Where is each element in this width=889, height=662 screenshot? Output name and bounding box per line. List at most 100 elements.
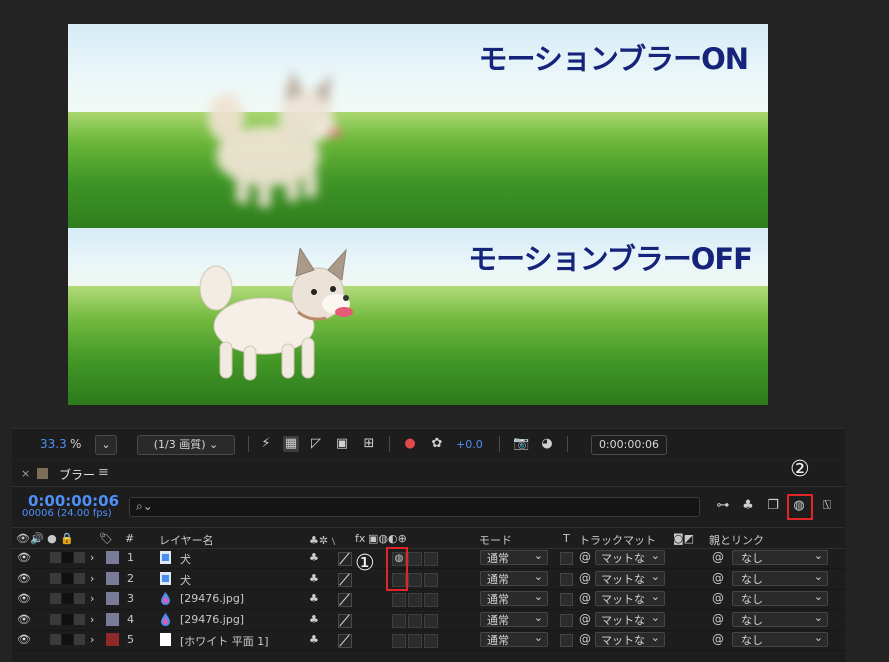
3d-layer-switch[interactable] xyxy=(424,572,438,587)
blend-mode-dropdown[interactable]: 通常 xyxy=(480,589,548,606)
color-management-icon[interactable]: ✿ xyxy=(429,436,445,452)
zoom-dropdown[interactable]: ⌄ xyxy=(95,435,117,455)
shy-layers-icon[interactable]: ♣ xyxy=(739,497,757,515)
region-of-interest-icon[interactable]: ▣ xyxy=(334,436,350,452)
blend-mode-dropdown[interactable]: 通常 xyxy=(480,630,548,647)
lock-toggle[interactable] xyxy=(74,572,85,584)
layer-name[interactable]: [ホワイト 平面 1] xyxy=(180,633,269,649)
parent-dropdown[interactable]: なし xyxy=(732,630,828,647)
shy-switch-icon[interactable]: ♣ xyxy=(309,551,319,564)
visibility-eye-icon[interactable]: 👁 xyxy=(17,592,31,605)
track-matte-dropdown[interactable]: マットな xyxy=(595,569,665,586)
parent-pickwhip-icon[interactable]: @ xyxy=(712,571,724,585)
3d-layer-switch[interactable] xyxy=(424,634,438,648)
quality-switch[interactable] xyxy=(338,572,352,587)
graph-editor-icon[interactable]: ⍂ xyxy=(818,497,836,515)
3d-layer-switch[interactable] xyxy=(424,552,438,566)
track-matte-dropdown[interactable]: マットな xyxy=(595,630,665,647)
solo-toggle[interactable] xyxy=(62,552,73,563)
layer-label-color[interactable] xyxy=(106,612,119,626)
track-matte-dropdown[interactable]: マットな xyxy=(595,548,665,565)
adjustment-switch[interactable] xyxy=(408,613,422,628)
parent-dropdown[interactable]: なし xyxy=(732,548,828,565)
pickwhip-icon[interactable]: @ xyxy=(579,591,591,605)
audio-toggle[interactable] xyxy=(50,572,61,584)
preserve-transparency-toggle[interactable] xyxy=(560,593,573,606)
parent-pickwhip-icon[interactable]: @ xyxy=(712,632,724,646)
quality-switch[interactable] xyxy=(338,552,352,566)
3d-layer-switch[interactable] xyxy=(424,593,438,607)
viewer-timecode[interactable]: 0:00:00:06 xyxy=(591,435,667,455)
snapshot-camera-icon[interactable]: 📷 xyxy=(513,436,529,452)
layer-name[interactable]: 犬 xyxy=(180,551,191,567)
audio-toggle[interactable] xyxy=(50,634,61,645)
shy-switch-icon[interactable]: ♣ xyxy=(309,613,319,626)
audio-toggle[interactable] xyxy=(50,593,61,604)
layer-row[interactable]: 👁 › 3 [29476.jpg] ♣ 通常 @ マットな @ なし xyxy=(12,589,845,610)
layer-name-header[interactable]: レイヤー名 xyxy=(159,532,214,548)
motion-blur-switch[interactable] xyxy=(392,593,406,607)
shy-switch-icon[interactable]: ♣ xyxy=(309,633,319,646)
composition-tab-title[interactable]: ブラー xyxy=(59,466,95,483)
preserve-transparency-toggle[interactable] xyxy=(560,572,573,586)
quality-switch[interactable] xyxy=(338,593,352,607)
adjustment-switch[interactable] xyxy=(408,593,422,607)
layer-name[interactable]: [29476.jpg] xyxy=(180,613,244,626)
3d-layer-switch[interactable] xyxy=(424,613,438,628)
mask-path-icon[interactable]: ◸ xyxy=(308,436,324,452)
timeline-tab[interactable]: × ブラー ≡ xyxy=(12,460,845,487)
pickwhip-icon[interactable]: @ xyxy=(579,612,591,626)
chevron-right-icon[interactable]: › xyxy=(90,572,94,585)
chevron-right-icon[interactable]: › xyxy=(90,551,94,564)
chevron-right-icon[interactable]: › xyxy=(90,592,94,605)
blend-mode-dropdown[interactable]: 通常 xyxy=(480,610,548,627)
visibility-eye-icon[interactable]: 👁 xyxy=(17,633,31,646)
audio-toggle[interactable] xyxy=(50,552,61,563)
layer-label-color[interactable] xyxy=(106,571,119,585)
parent-pickwhip-icon[interactable]: @ xyxy=(712,550,724,564)
audio-toggle[interactable] xyxy=(50,613,61,625)
panel-menu-icon[interactable]: ≡ xyxy=(98,465,109,480)
parent-dropdown[interactable]: なし xyxy=(732,589,828,606)
quality-switch[interactable] xyxy=(338,634,352,648)
lock-toggle[interactable] xyxy=(74,593,85,604)
visibility-eye-icon[interactable]: 👁 xyxy=(17,572,31,585)
adjustment-switch[interactable] xyxy=(408,572,422,587)
lock-toggle[interactable] xyxy=(74,634,85,645)
pickwhip-icon[interactable]: @ xyxy=(579,571,591,585)
adjustment-switch[interactable] xyxy=(408,552,422,566)
parent-pickwhip-icon[interactable]: @ xyxy=(712,591,724,605)
solo-toggle[interactable] xyxy=(62,613,73,625)
parent-pickwhip-icon[interactable]: @ xyxy=(712,612,724,626)
visibility-eye-icon[interactable]: 👁 xyxy=(17,613,31,626)
visibility-eye-icon[interactable]: 👁 xyxy=(17,551,31,564)
track-matte-dropdown[interactable]: マットな xyxy=(595,589,665,606)
color-channel-icon[interactable]: ● xyxy=(402,436,418,452)
chevron-right-icon[interactable]: › xyxy=(90,633,94,646)
quality-switch[interactable] xyxy=(338,613,352,628)
solo-toggle[interactable] xyxy=(62,634,73,645)
parent-dropdown[interactable]: なし xyxy=(732,569,828,586)
track-matte-dropdown[interactable]: マットな xyxy=(595,610,665,627)
preserve-transparency-toggle[interactable] xyxy=(560,634,573,647)
transparency-grid-icon[interactable]: ▦ xyxy=(283,436,299,452)
layer-row[interactable]: 👁 › 4 [29476.jpg] ♣ 通常 @ マットな @ なし xyxy=(12,610,845,631)
parent-link-header[interactable]: 親とリンク xyxy=(709,532,764,548)
track-matte-header[interactable]: トラックマット xyxy=(579,532,656,548)
layer-row[interactable]: 👁 › 2 犬 ♣ 通常 @ マットな @ なし xyxy=(12,569,845,590)
solo-toggle[interactable] xyxy=(62,593,73,604)
shy-switch-icon[interactable]: ♣ xyxy=(309,572,319,585)
adjustment-switch[interactable] xyxy=(408,634,422,648)
pickwhip-icon[interactable]: @ xyxy=(579,550,591,564)
mode-header[interactable]: モード xyxy=(479,532,512,548)
layer-search-input[interactable]: ⌕⌄ xyxy=(129,497,700,517)
composition-flowchart-icon[interactable]: ⊶ xyxy=(714,497,732,515)
pickwhip-icon[interactable]: @ xyxy=(579,632,591,646)
layer-label-color[interactable] xyxy=(106,633,119,646)
frame-blending-icon[interactable]: ❐ xyxy=(764,497,782,515)
layer-row[interactable]: 👁 › 5 [ホワイト 平面 1] ♣ 通常 @ マットな @ なし xyxy=(12,630,845,651)
blend-mode-dropdown[interactable]: 通常 xyxy=(480,548,548,565)
exposure-value[interactable]: +0.0 xyxy=(456,438,483,451)
show-snapshot-icon[interactable]: ◕ xyxy=(539,436,555,452)
motion-blur-switch[interactable] xyxy=(392,634,406,648)
